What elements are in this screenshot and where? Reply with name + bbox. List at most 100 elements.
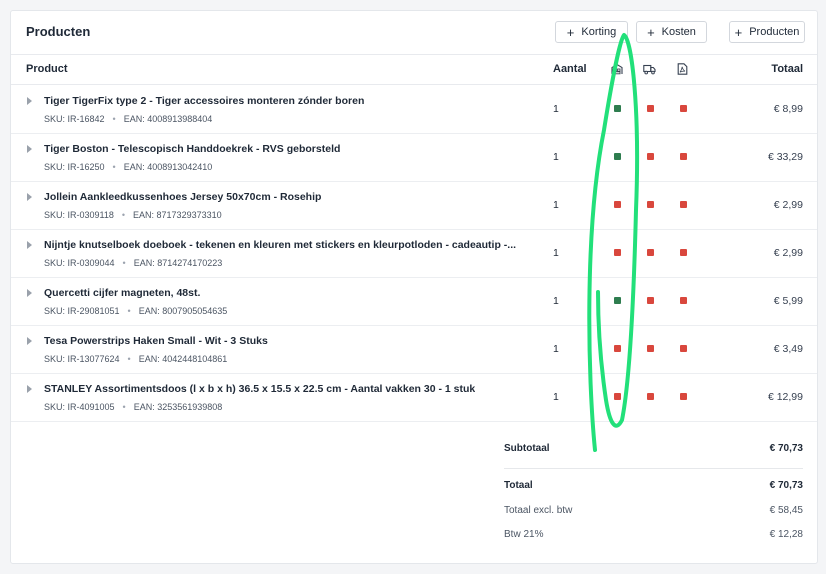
product-ean: EAN: 4042448104861 (138, 354, 228, 364)
product-sku: SKU: IR-4091005 (44, 402, 115, 412)
pdf-document-icon (677, 63, 689, 75)
product-ean: EAN: 4008913042410 (123, 162, 213, 172)
warehouse-status-indicator (614, 105, 621, 112)
product-quantity: 1 (553, 295, 559, 307)
expand-caret-icon[interactable] (27, 193, 32, 201)
product-sku: SKU: IR-13077624 (44, 354, 120, 364)
shipping-status-indicator (647, 393, 654, 400)
product-quantity: 1 (553, 103, 559, 115)
separator-dot: • (112, 162, 116, 172)
product-meta: SKU: IR-4091005 • EAN: 3253561939808 (44, 402, 222, 412)
total-line: Totaal € 70,73 (504, 476, 803, 498)
separator-dot: • (127, 354, 131, 364)
products-card: Producten + Korting + Kosten + Producten… (10, 10, 818, 564)
product-ean: EAN: 3253561939808 (133, 402, 223, 412)
invoice-status-indicator (680, 297, 687, 304)
warehouse-status-indicator (614, 345, 621, 352)
product-sku: SKU: IR-29081051 (44, 306, 120, 316)
product-name: Jollein Aankleedkussenhoes Jersey 50x70c… (44, 191, 322, 203)
expand-caret-icon[interactable] (27, 337, 32, 345)
warehouse-status-indicator (614, 201, 621, 208)
table-row[interactable]: Tesa Powerstrips Haken Small - Wit - 3 S… (11, 325, 817, 374)
plus-icon: + (566, 24, 575, 40)
product-price: € 8,99 (773, 103, 803, 115)
subtotal-label: Subtotaal (504, 443, 550, 454)
add-producten-button[interactable]: + Producten (729, 21, 805, 43)
separator-dot: • (122, 258, 126, 268)
vat-line: Btw 21% € 12,28 (504, 525, 803, 547)
warehouse-status-indicator (614, 393, 621, 400)
expand-caret-icon[interactable] (27, 241, 32, 249)
table-row[interactable]: Tiger Boston - Telescopisch Handdoekrek … (11, 133, 817, 182)
vat-value: € 12,28 (769, 529, 803, 540)
add-kosten-button[interactable]: + Kosten (636, 21, 707, 43)
product-price: € 12,99 (767, 391, 803, 403)
shipping-status-indicator (647, 153, 654, 160)
product-price: € 3,49 (773, 343, 803, 355)
shipping-status-indicator (647, 201, 654, 208)
warehouse-status-indicator (614, 153, 621, 160)
shipping-status-indicator (647, 249, 654, 256)
invoice-status-indicator (680, 201, 687, 208)
warehouse-icon (611, 63, 623, 75)
column-product: Product (26, 63, 68, 75)
warehouse-status-indicator (614, 297, 621, 304)
expand-caret-icon[interactable] (27, 289, 32, 297)
product-quantity: 1 (553, 343, 559, 355)
product-ean: EAN: 4008913988404 (123, 114, 213, 124)
product-name: Nijntje knutselboek doeboek - tekenen en… (44, 239, 517, 251)
add-korting-button[interactable]: + Korting (555, 21, 628, 43)
column-totaal: Totaal (771, 63, 803, 75)
excl-vat-line: Totaal excl. btw € 58,45 (504, 501, 803, 523)
total-value: € 70,73 (769, 480, 803, 491)
plus-icon: + (647, 24, 655, 40)
expand-caret-icon[interactable] (27, 145, 32, 153)
expand-caret-icon[interactable] (27, 97, 32, 105)
product-quantity: 1 (553, 151, 559, 163)
product-name: Tesa Powerstrips Haken Small - Wit - 3 S… (44, 335, 268, 347)
product-meta: SKU: IR-13077624 • EAN: 4042448104861 (44, 354, 227, 364)
table-header: Product Aantal Totaal (11, 54, 817, 85)
product-meta: SKU: IR-0309044 • EAN: 8714274170223 (44, 258, 222, 268)
add-korting-label: Korting (581, 26, 617, 38)
card-title: Producten (26, 24, 91, 39)
product-name: Quercetti cijfer magneten, 48st. (44, 287, 201, 299)
product-quantity: 1 (553, 199, 559, 211)
table-row[interactable]: Quercetti cijfer magneten, 48st. SKU: IR-… (11, 277, 817, 326)
subtotal-value: € 70,73 (769, 443, 803, 454)
product-price: € 5,99 (773, 295, 803, 307)
product-name: Tiger TigerFix type 2 - Tiger accessoire… (44, 95, 365, 107)
separator-dot: • (122, 402, 126, 412)
product-meta: SKU: IR-29081051 • EAN: 8007905054635 (44, 306, 227, 316)
warehouse-status-indicator (614, 249, 621, 256)
totals-divider (504, 468, 803, 469)
table-row[interactable]: Nijntje knutselboek doeboek - tekenen en… (11, 229, 817, 278)
table-row[interactable]: Jollein Aankleedkussenhoes Jersey 50x70c… (11, 181, 817, 230)
product-ean: EAN: 8717329373310 (133, 210, 222, 220)
product-ean: EAN: 8714274170223 (133, 258, 223, 268)
product-sku: SKU: IR-16842 (44, 114, 105, 124)
product-name: STANLEY Assortimentsdoos (l x b x h) 36.… (44, 383, 476, 395)
vat-label: Btw 21% (504, 529, 544, 540)
table-row[interactable]: STANLEY Assortimentsdoos (l x b x h) 36.… (11, 373, 817, 422)
product-price: € 2,99 (773, 247, 803, 259)
product-meta: SKU: IR-16250 • EAN: 4008913042410 (44, 162, 212, 172)
separator-dot: • (121, 210, 126, 220)
invoice-status-indicator (680, 393, 687, 400)
product-price: € 33,29 (767, 151, 803, 163)
plus-icon: + (734, 24, 743, 40)
expand-caret-icon[interactable] (27, 385, 32, 393)
product-sku: SKU: IR-0309118 (44, 210, 114, 220)
excl-vat-value: € 58,45 (769, 505, 803, 516)
product-price: € 2,99 (773, 199, 803, 211)
product-sku: SKU: IR-16250 (44, 162, 105, 172)
invoice-status-indicator (680, 345, 687, 352)
separator-dot: • (112, 114, 116, 124)
table-row[interactable]: Tiger TigerFix type 2 - Tiger accessoire… (11, 85, 817, 134)
product-meta: SKU: IR-16842 • EAN: 4008913988404 (44, 114, 212, 124)
product-meta: SKU: IR-0309118 • EAN: 8717329373310 (44, 210, 222, 220)
add-producten-label: Producten (749, 26, 800, 38)
shipping-status-indicator (647, 105, 654, 112)
product-quantity: 1 (553, 391, 559, 403)
card-header: Producten + Korting + Kosten + Producten (11, 11, 817, 55)
